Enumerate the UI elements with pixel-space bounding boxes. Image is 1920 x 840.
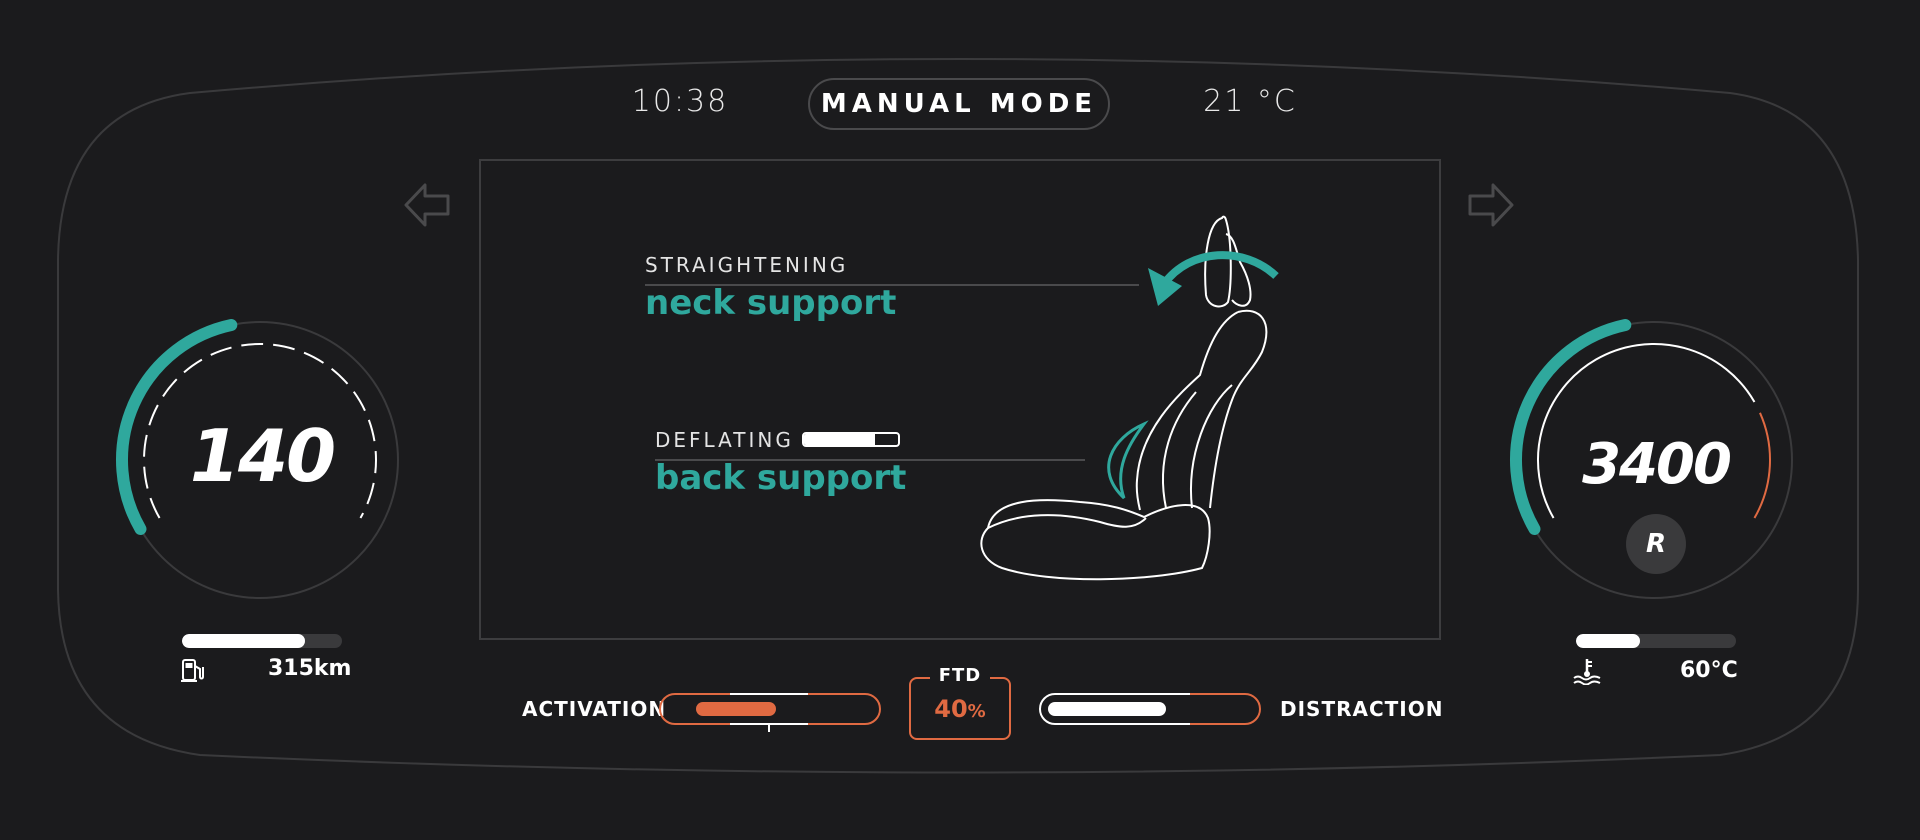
ftd-value: 40% — [909, 695, 1011, 723]
arrow-right-icon[interactable] — [1466, 180, 1516, 230]
activation-gauge — [659, 692, 881, 732]
mode-badge[interactable]: MANUAL MODE — [808, 78, 1110, 130]
gear-indicator: R — [1626, 514, 1686, 574]
coolant-temperature: 60°C — [1680, 658, 1738, 683]
car-seat-icon — [980, 215, 1279, 581]
distraction-gauge — [1038, 692, 1261, 728]
neck-status-label: STRAIGHTENING — [645, 253, 849, 277]
distraction-label: DISTRACTION — [1280, 697, 1444, 721]
rpm-value: 3400 — [1582, 432, 1732, 497]
rpm-redline — [1753, 412, 1771, 519]
coolant-level-fill — [1576, 634, 1640, 648]
speed-value: 140 — [189, 414, 336, 498]
back-status-label: DEFLATING — [655, 428, 794, 452]
fuel-pump-icon — [181, 659, 204, 682]
fuel-level-fill — [182, 634, 306, 648]
arrow-left-icon[interactable] — [402, 180, 452, 230]
rpm-level-arc — [1510, 319, 1632, 535]
fuel-level-bar — [182, 634, 342, 648]
coolant-temp-icon — [1573, 659, 1601, 685]
ftd-number: 40 — [934, 695, 968, 723]
ftd-unit: % — [967, 701, 986, 722]
fuel-range: 315km — [268, 656, 352, 681]
deflate-progress-fill — [804, 434, 875, 445]
coolant-level-bar — [1576, 634, 1736, 648]
seat-status-panel — [479, 159, 1441, 640]
clock: 10:38 — [631, 84, 729, 119]
outside-temperature: 21 °C — [1203, 84, 1297, 119]
neck-support-title: neck support — [645, 283, 897, 323]
activation-label: ACTIVATION — [522, 697, 667, 721]
back-support-title: back support — [655, 458, 907, 498]
ftd-label: FTD — [930, 665, 990, 686]
deflate-progress-bar — [802, 432, 900, 447]
